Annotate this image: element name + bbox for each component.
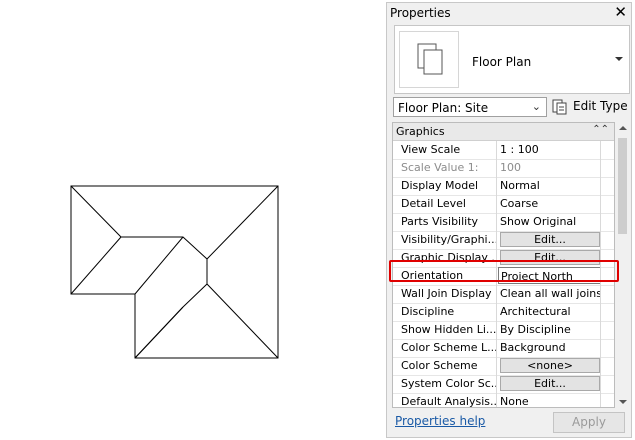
instance-filter-dropdown[interactable]: Floor Plan: Site ⌄ xyxy=(393,97,547,117)
section-header-graphics[interactable]: Graphics ⌃⌃ xyxy=(393,123,614,141)
property-name: Color Scheme L... xyxy=(401,341,497,354)
apply-button[interactable]: Apply xyxy=(553,412,625,433)
property-row[interactable]: Parts Visibility Show Original xyxy=(393,213,614,232)
edit-type-label: Edit Type xyxy=(573,99,628,113)
close-icon[interactable]: ✕ xyxy=(614,3,627,21)
roof-hip-line xyxy=(206,185,279,260)
roof-valley-line xyxy=(134,236,184,295)
property-value-field[interactable]: Project North xyxy=(498,267,601,284)
property-value[interactable]: 1 : 100 xyxy=(500,143,600,156)
type-name: Floor Plan xyxy=(472,55,532,69)
panel-title: Properties xyxy=(390,6,451,20)
scrollbar[interactable] xyxy=(616,122,629,408)
property-row[interactable]: System Color Sc... Edit... xyxy=(393,375,614,394)
property-name: Color Scheme xyxy=(401,359,478,372)
type-selector[interactable]: Floor Plan xyxy=(394,25,630,94)
property-name: View Scale xyxy=(401,143,461,156)
drawing-canvas[interactable] xyxy=(0,0,384,440)
property-row[interactable]: Graphic Display ... Edit... xyxy=(393,249,614,268)
property-row[interactable]: Display Model Normal xyxy=(393,177,614,196)
property-value[interactable]: By Discipline xyxy=(500,323,600,336)
property-row[interactable]: Color Scheme L... Background xyxy=(393,339,614,358)
chevron-down-icon[interactable]: ⌄ xyxy=(532,100,541,113)
property-edit-button[interactable]: Edit... xyxy=(500,232,600,247)
properties-grid: Graphics ⌃⌃ View Scale 1 : 100 Scale Value… xyxy=(392,122,615,408)
property-row[interactable]: Wall Join Display Clean all wall joins xyxy=(393,285,614,304)
scroll-down-icon[interactable] xyxy=(619,400,627,404)
roof-hip-line xyxy=(70,185,122,238)
property-name: Parts Visibility xyxy=(401,215,479,228)
property-row[interactable]: Discipline Architectural xyxy=(393,303,614,322)
property-name: Visibility/Graphi... xyxy=(401,233,497,246)
property-value[interactable]: None xyxy=(500,395,600,407)
roof-hip-line xyxy=(70,236,122,295)
instance-filter-value: Floor Plan: Site xyxy=(398,101,489,115)
property-row[interactable]: Color Scheme <none> xyxy=(393,357,614,376)
property-name: Show Hidden Li... xyxy=(401,323,497,336)
property-name: Detail Level xyxy=(401,197,466,210)
roof-ridge xyxy=(121,236,208,308)
property-value: 100 xyxy=(500,161,521,174)
property-name: Graphic Display ... xyxy=(401,251,497,264)
property-value[interactable]: Coarse xyxy=(500,197,600,210)
edit-type-icon xyxy=(552,99,567,115)
property-row[interactable]: View Scale 1 : 100 xyxy=(393,141,614,160)
property-row[interactable]: Orientation Project North xyxy=(393,267,614,286)
roof-hip-line xyxy=(134,306,184,359)
chevron-down-icon[interactable] xyxy=(615,57,623,61)
property-edit-button[interactable]: Edit... xyxy=(500,376,600,391)
roof-hip-line xyxy=(206,283,279,359)
property-name: Default Analysis... xyxy=(401,395,497,408)
roof-outline xyxy=(70,185,279,359)
section-header-label: Graphics xyxy=(396,125,445,138)
properties-help-link[interactable]: Properties help xyxy=(395,414,485,428)
property-name: Wall Join Display xyxy=(401,287,492,300)
scroll-thumb[interactable] xyxy=(618,138,627,234)
property-value[interactable]: Architectural xyxy=(500,305,600,318)
roof-plan-drawing xyxy=(70,185,279,359)
property-name: System Color Sc... xyxy=(401,377,497,390)
property-name: Discipline xyxy=(401,305,455,318)
properties-panel: Properties ✕ Floor Plan Floor Plan: Site… xyxy=(386,2,632,438)
property-row[interactable]: Default Analysis... None xyxy=(393,393,614,408)
property-edit-button[interactable]: Edit... xyxy=(500,250,600,265)
property-name: Orientation xyxy=(401,269,464,282)
collapse-icon[interactable]: ⌃⌃ xyxy=(592,124,609,135)
property-row[interactable]: Scale Value 1: 100 xyxy=(393,159,614,178)
scroll-up-icon[interactable] xyxy=(619,126,627,130)
property-edit-button[interactable]: <none> xyxy=(500,358,600,373)
property-name: Scale Value 1: xyxy=(401,161,479,174)
property-row[interactable]: Visibility/Graphi... Edit... xyxy=(393,231,614,250)
property-value[interactable]: Normal xyxy=(500,179,600,192)
property-row[interactable]: Detail Level Coarse xyxy=(393,195,614,214)
property-value[interactable]: Background xyxy=(500,341,600,354)
property-value[interactable]: Show Original xyxy=(500,215,600,228)
property-value[interactable]: Clean all wall joins xyxy=(500,287,600,300)
floor-plan-icon xyxy=(399,31,459,88)
property-name: Display Model xyxy=(401,179,479,192)
property-row[interactable]: Show Hidden Li... By Discipline xyxy=(393,321,614,340)
